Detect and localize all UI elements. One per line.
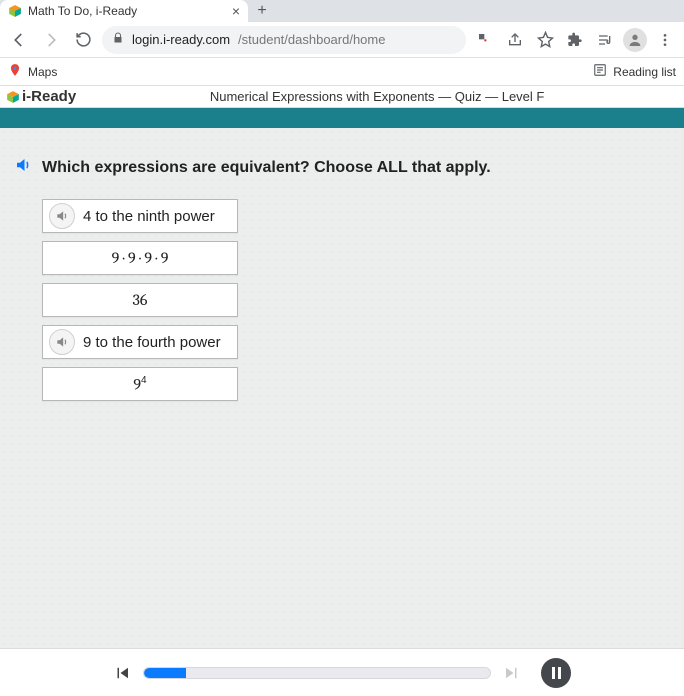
- progress-bar[interactable]: [143, 667, 491, 679]
- bookmarks-bar: Maps Reading list: [0, 58, 684, 86]
- bookmark-star-icon[interactable]: [532, 27, 558, 53]
- player-footer: [0, 648, 684, 696]
- tab-strip: Math To Do, i-Ready × +: [0, 0, 684, 22]
- reading-list-label: Reading list: [613, 65, 676, 79]
- option-5[interactable]: 94: [42, 367, 238, 401]
- option-5-label: 94: [43, 375, 237, 393]
- brand-cube-icon: [6, 90, 20, 104]
- brand-logo: i-Ready: [6, 88, 76, 105]
- option-1[interactable]: 4 to the ninth power: [42, 199, 238, 233]
- tab-favicon: [8, 4, 22, 18]
- kebab-menu-icon[interactable]: [652, 27, 678, 53]
- pause-icon: [552, 667, 561, 679]
- bookmark-maps-label: Maps: [28, 65, 57, 79]
- address-bar[interactable]: login.i-ready.com/student/dashboard/home: [102, 26, 466, 54]
- option-1-audio-icon[interactable]: [49, 203, 75, 229]
- translate-icon[interactable]: [472, 27, 498, 53]
- iready-app: i-Ready Numerical Expressions with Expon…: [0, 86, 684, 696]
- url-host: login.i-ready.com: [132, 32, 230, 47]
- reading-list-icon: [593, 63, 607, 80]
- progress-fill: [144, 668, 186, 678]
- reload-button[interactable]: [70, 27, 96, 53]
- question-row: Which expressions are equivalent? Choose…: [14, 156, 670, 179]
- option-2[interactable]: 9 · 9 · 9 · 9: [42, 241, 238, 275]
- app-header: i-Ready Numerical Expressions with Expon…: [0, 86, 684, 108]
- new-tab-button[interactable]: +: [248, 0, 276, 22]
- toolbar-right-icons: [472, 27, 678, 53]
- back-button[interactable]: [6, 27, 32, 53]
- browser-toolbar: login.i-ready.com/student/dashboard/home: [0, 22, 684, 58]
- option-1-label: 4 to the ninth power: [75, 208, 237, 225]
- maps-icon: [8, 63, 22, 80]
- url-path: /student/dashboard/home: [238, 32, 385, 47]
- answer-options: 4 to the ninth power 9 · 9 · 9 · 9 36 9 …: [42, 199, 670, 401]
- option-2-label: 9 · 9 · 9 · 9: [43, 249, 237, 267]
- option-3-label: 36: [43, 291, 237, 309]
- lock-icon: [112, 32, 124, 47]
- share-icon[interactable]: [502, 27, 528, 53]
- question-text: Which expressions are equivalent? Choose…: [42, 159, 491, 177]
- browser-tab[interactable]: Math To Do, i-Ready ×: [0, 0, 248, 22]
- prev-button[interactable]: [113, 664, 131, 682]
- pause-button[interactable]: [541, 658, 571, 688]
- option-4[interactable]: 9 to the fourth power: [42, 325, 238, 359]
- lesson-title: Numerical Expressions with Exponents — Q…: [76, 89, 678, 104]
- option-4-audio-icon[interactable]: [49, 329, 75, 355]
- playlist-icon[interactable]: [592, 27, 618, 53]
- option-3[interactable]: 36: [42, 283, 238, 317]
- tab-title: Math To Do, i-Ready: [28, 4, 226, 18]
- forward-button[interactable]: [38, 27, 64, 53]
- next-button[interactable]: [503, 664, 521, 682]
- reading-list-button[interactable]: Reading list: [593, 63, 676, 80]
- question-audio-button[interactable]: [14, 156, 32, 179]
- tab-close-icon[interactable]: ×: [232, 4, 240, 18]
- content-area: Which expressions are equivalent? Choose…: [0, 128, 684, 648]
- option-4-label: 9 to the fourth power: [75, 334, 237, 351]
- brand-text: i-Ready: [22, 88, 76, 105]
- extensions-icon[interactable]: [562, 27, 588, 53]
- profile-avatar[interactable]: [622, 27, 648, 53]
- teal-bar: [0, 108, 684, 128]
- bookmark-maps[interactable]: Maps: [8, 63, 57, 80]
